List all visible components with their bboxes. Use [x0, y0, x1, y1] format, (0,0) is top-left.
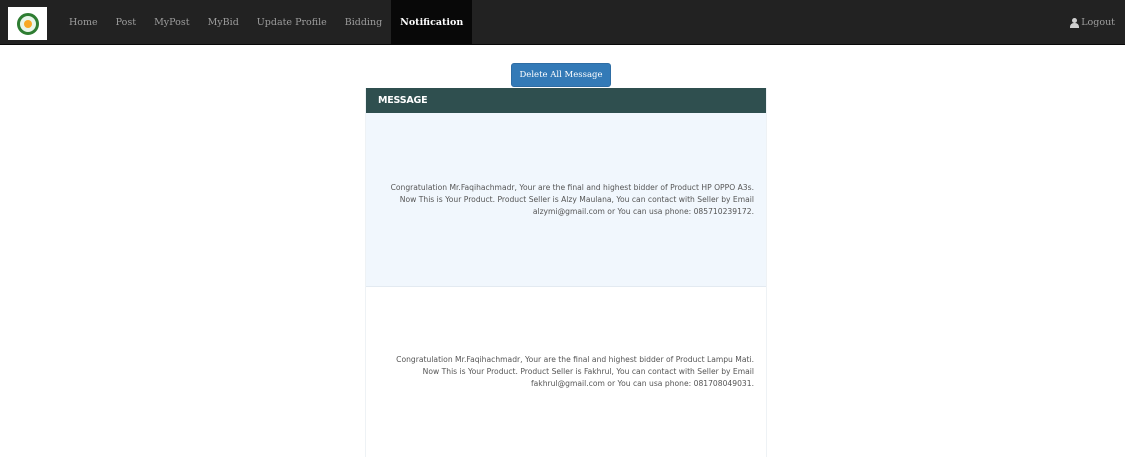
- message-text: Congratulation Mr.Faqihachmadr, Your are…: [396, 355, 754, 388]
- message-text: Congratulation Mr.Faqihachmadr, Your are…: [390, 182, 754, 216]
- nav-mypost[interactable]: MyPost: [145, 0, 199, 45]
- brand-logo[interactable]: [8, 7, 47, 40]
- message-item: Congratulation Mr.Faqihachmadr, Your are…: [366, 113, 766, 287]
- main-nav: Home Post MyPost MyBid Update Profile Bi…: [60, 0, 473, 45]
- message-panel: MESSAGE Congratulation Mr.Faqihachmadr, …: [365, 88, 767, 457]
- message-item: Congratulation Mr.Faqihachmadr, Your are…: [366, 287, 766, 457]
- logout-link[interactable]: Logout: [1070, 0, 1115, 45]
- leaf-emblem-icon: [16, 12, 39, 35]
- nav-home[interactable]: Home: [60, 0, 107, 45]
- nav-post[interactable]: Post: [107, 0, 145, 45]
- panel-title: MESSAGE: [366, 88, 766, 113]
- top-navbar: Home Post MyPost MyBid Update Profile Bi…: [0, 0, 1125, 45]
- delete-all-message-button[interactable]: Delete All Message: [511, 63, 611, 87]
- emblem-center: [23, 19, 32, 28]
- nav-notification[interactable]: Notification: [391, 0, 473, 45]
- user-icon: [1070, 17, 1080, 28]
- nav-update-profile[interactable]: Update Profile: [248, 0, 336, 45]
- nav-mybid[interactable]: MyBid: [199, 0, 248, 45]
- nav-bidding[interactable]: Bidding: [336, 0, 391, 45]
- logout-label: Logout: [1081, 17, 1115, 28]
